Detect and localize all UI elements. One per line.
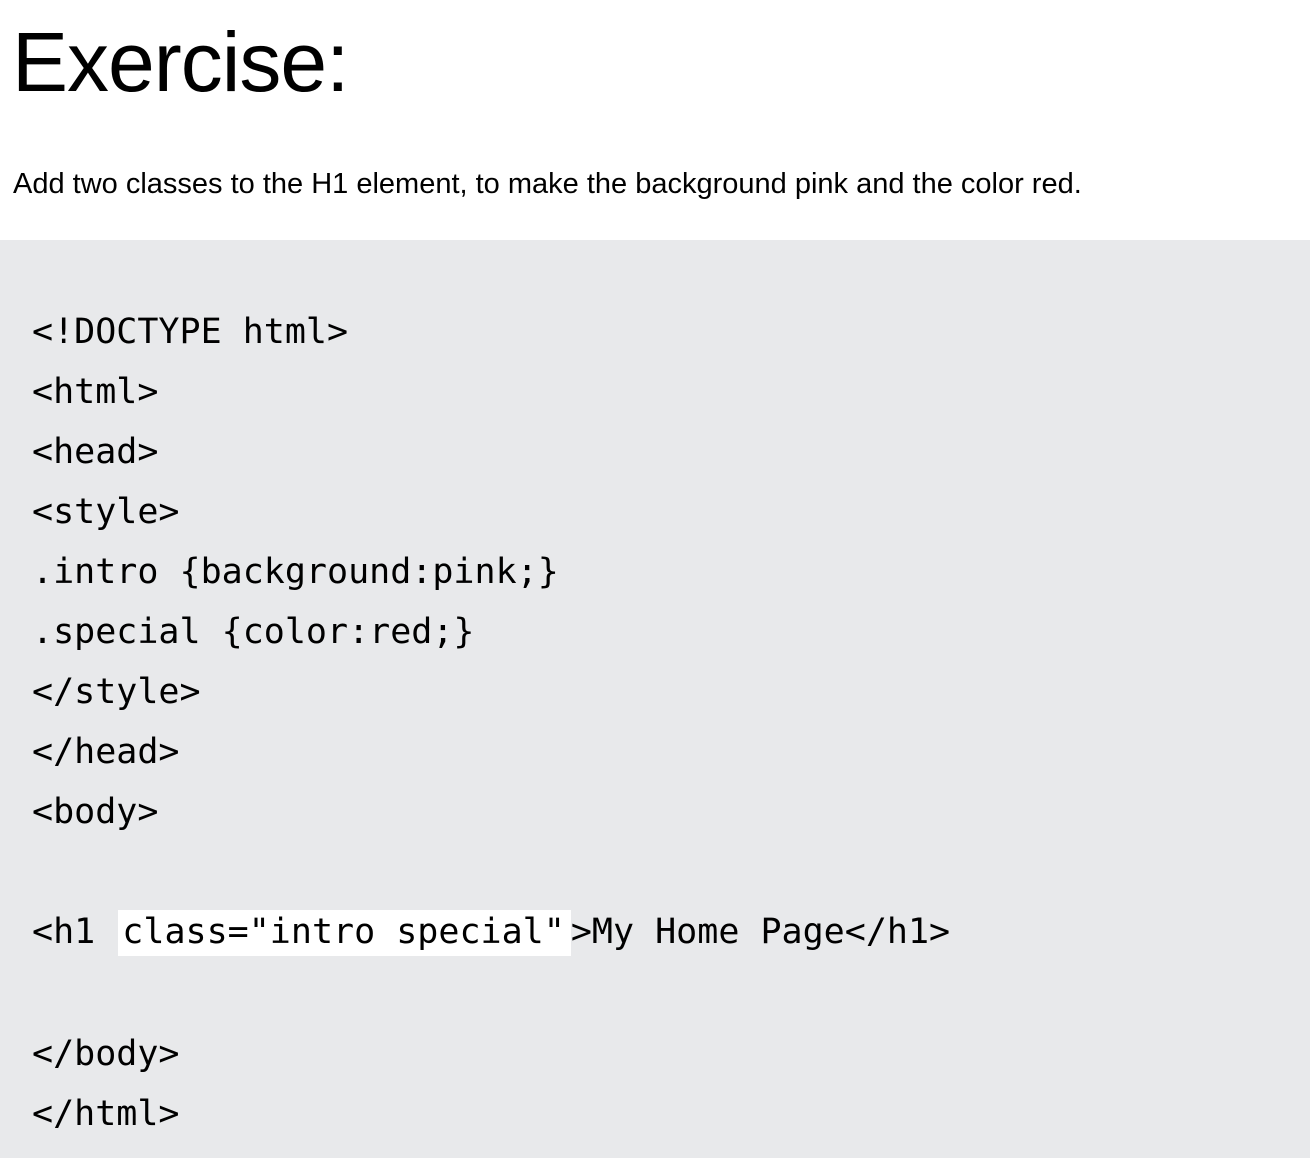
code-line-special-rule: .special {color:red;}	[32, 612, 475, 652]
answer-input[interactable]: class="intro special"	[118, 910, 571, 956]
code-line-html-close: </html>	[32, 1094, 180, 1134]
code-line-head-open: <head>	[32, 432, 159, 472]
code-line-body-open: <body>	[32, 792, 159, 832]
code-line-style-open: <style>	[32, 492, 180, 532]
h1-prefix: <h1	[32, 912, 96, 952]
code-line-html-open: <html>	[32, 372, 159, 412]
exercise-instruction: Add two classes to the H1 element, to ma…	[13, 168, 1082, 200]
code-editor: <!DOCTYPE html> <html> <head> <style> .i…	[0, 240, 1310, 1158]
h1-suffix: >My Home Page</h1>	[570, 912, 951, 952]
code-line-doctype: <!DOCTYPE html>	[32, 312, 349, 352]
code-line-body-close: </body>	[32, 1034, 180, 1074]
exercise-title: Exercise:	[12, 15, 349, 109]
code-line-style-close: </style>	[32, 672, 201, 712]
code-line-h1: <h1 class="intro special" >My Home Page</…	[32, 910, 951, 956]
code-line-intro-rule: .intro {background:pink;}	[32, 552, 559, 592]
code-line-head-close: </head>	[32, 732, 180, 772]
